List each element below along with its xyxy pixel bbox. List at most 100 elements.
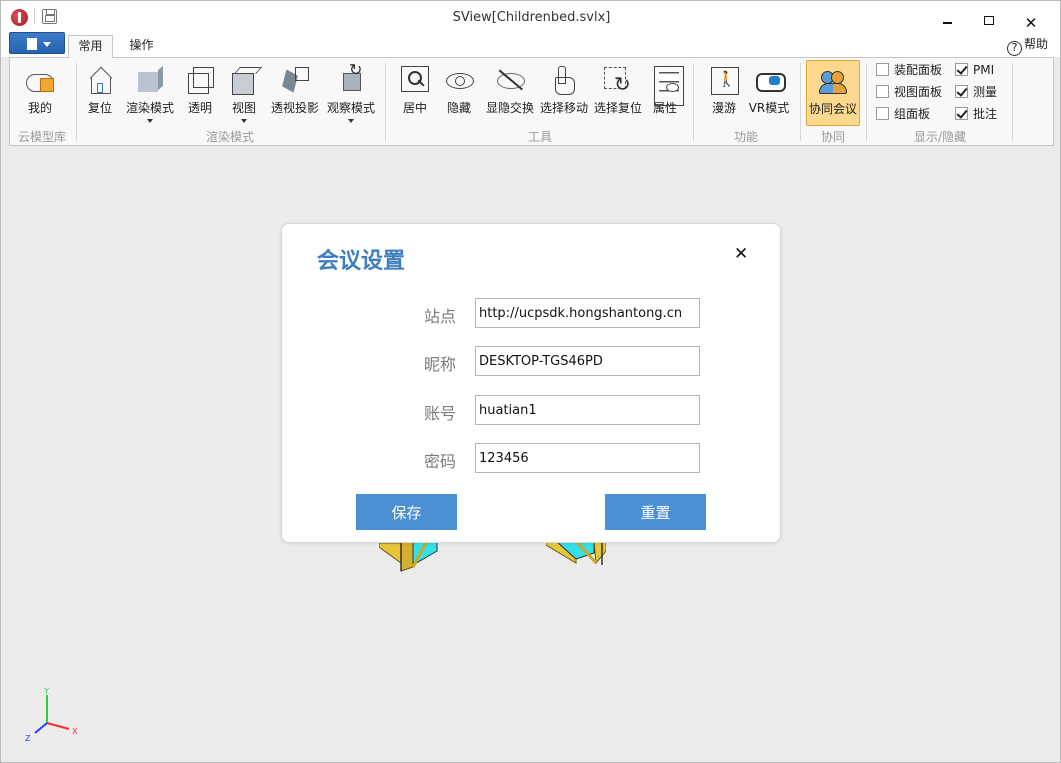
group-separator	[385, 63, 386, 141]
app-window: SView[Childrenbed.svlx] ✕ 常用 操作 ? 帮助 我的 云…	[0, 0, 1061, 763]
view-button[interactable]: 视图	[226, 60, 262, 124]
dropdown-arrow-icon	[147, 119, 153, 123]
tab-home[interactable]: 常用	[68, 35, 113, 58]
password-label: 密码	[423, 452, 456, 471]
observe-mode-button[interactable]: 观察模式	[324, 60, 378, 124]
walk-icon	[708, 64, 740, 96]
group-label-cloud: 云模型库	[17, 130, 66, 144]
account-label: 账号	[423, 404, 456, 423]
show-hide-swap-label: 显隐交换	[485, 101, 534, 115]
checkbox-pmi[interactable]: PMI	[955, 61, 994, 79]
checkbox-label: 测量	[973, 85, 998, 99]
select-move-label: 选择移动	[539, 101, 588, 115]
view-label: 视图	[231, 101, 256, 115]
center-button[interactable]: 居中	[396, 60, 434, 124]
eye-icon	[443, 64, 475, 96]
password-input[interactable]	[475, 443, 700, 473]
model-fragment-right[interactable]	[546, 537, 606, 577]
vr-mode-button[interactable]: VR模式	[746, 60, 792, 124]
dialog-title: 会议设置	[317, 249, 406, 274]
checkbox-checked-icon	[955, 85, 968, 98]
nickname-input[interactable]	[475, 346, 700, 376]
checkbox-label: 批注	[973, 107, 998, 121]
show-hide-swap-button[interactable]: 显隐交换	[484, 60, 536, 124]
group-label-tools: 工具	[527, 130, 552, 144]
checkbox-measure[interactable]: 测量	[955, 83, 997, 101]
help-button[interactable]: ? 帮助	[1007, 35, 1049, 56]
group-separator	[693, 63, 694, 141]
view-cube-icon	[228, 64, 260, 96]
title-bar: SView[Childrenbed.svlx] ✕	[1, 1, 1060, 33]
checkbox-label: 组面板	[894, 107, 931, 121]
properties-icon	[649, 64, 684, 106]
checkbox-group-panel[interactable]: 组面板	[876, 105, 930, 123]
group-separator	[1012, 63, 1013, 141]
center-label: 居中	[402, 101, 427, 115]
checkbox-assembly-panel[interactable]: 装配面板	[876, 61, 942, 79]
users-icon	[817, 65, 849, 97]
model-fragment-left[interactable]	[379, 537, 439, 577]
render-mode-label: 渲染模式	[125, 101, 174, 115]
cloud-icon	[24, 64, 56, 96]
account-input[interactable]	[475, 395, 700, 425]
dropdown-arrow-icon	[43, 42, 51, 47]
perspective-label: 透视投影	[270, 101, 319, 115]
minimize-button[interactable]	[935, 13, 959, 33]
tab-operate[interactable]: 操作	[119, 35, 164, 58]
checkbox-checked-icon	[955, 63, 968, 76]
file-menu-button[interactable]	[9, 32, 65, 54]
close-button[interactable]: ✕	[1019, 13, 1043, 33]
dialog-close-button[interactable]: ✕	[734, 244, 748, 264]
x-axis-line	[46, 722, 70, 730]
meeting-button[interactable]: 协同会议	[806, 60, 860, 126]
axis-triad: Y X Z	[25, 687, 78, 743]
perspective-button[interactable]: 透视投影	[268, 60, 322, 124]
reset-button[interactable]: 重置	[605, 494, 706, 530]
rotate-reset-icon	[602, 64, 634, 96]
x-axis-label: X	[72, 727, 78, 736]
checkbox-label: 视图面板	[894, 85, 943, 99]
checkbox-label: PMI	[973, 63, 995, 77]
wireframe-cube-icon	[184, 64, 216, 96]
mine-button[interactable]: 我的	[20, 60, 60, 124]
save-button[interactable]: 保存	[356, 494, 457, 530]
group-label-render: 渲染模式	[205, 130, 254, 144]
dropdown-arrow-icon	[348, 119, 354, 123]
meeting-settings-dialog: 会议设置 ✕ 站点 昵称 账号 密码 保存 重置	[281, 223, 781, 543]
group-label-collab: 协同	[820, 130, 845, 144]
transparent-button[interactable]: 透明	[182, 60, 218, 124]
nickname-label: 昵称	[423, 355, 456, 374]
perspective-icon	[279, 64, 311, 96]
hand-pointer-icon	[548, 64, 580, 96]
render-mode-button[interactable]: 渲染模式	[124, 60, 176, 124]
checkbox-view-panel[interactable]: 视图面板	[876, 83, 942, 101]
window-title: SView[Childrenbed.svlx]	[452, 10, 611, 25]
select-reset-label: 选择复位	[593, 101, 642, 115]
checkbox-annotation[interactable]: 批注	[955, 105, 997, 123]
y-axis-label: Y	[43, 687, 49, 696]
checkbox-icon	[876, 107, 889, 120]
select-move-button[interactable]: 选择移动	[538, 60, 590, 124]
hide-button[interactable]: 隐藏	[440, 60, 478, 124]
group-separator	[800, 63, 801, 141]
checkbox-icon	[876, 63, 889, 76]
group-separator	[866, 63, 867, 141]
reset-view-button[interactable]: 复位	[82, 60, 118, 124]
maximize-button[interactable]	[977, 13, 1001, 33]
ribbon-panel: 我的 云模型库 复位 渲染模式 透明 视图 透视投影 观察模式	[9, 57, 1054, 146]
select-reset-button[interactable]: 选择复位	[592, 60, 644, 124]
ribbon-tabs: 常用 操作 ? 帮助	[1, 31, 1060, 58]
zoom-fit-icon	[399, 64, 431, 96]
minimize-icon	[942, 22, 952, 24]
meeting-label: 协同会议	[808, 102, 857, 116]
checkbox-label: 装配面板	[894, 63, 943, 77]
properties-button[interactable]: 属性	[646, 60, 684, 124]
roam-button[interactable]: 漫游	[704, 60, 744, 124]
z-axis-label: Z	[25, 734, 31, 743]
site-input[interactable]	[475, 298, 700, 328]
maximize-icon	[984, 16, 994, 25]
observe-mode-label: 观察模式	[326, 101, 375, 115]
hide-label: 隐藏	[446, 101, 471, 115]
orbit-icon	[335, 60, 367, 96]
help-label: 帮助	[1024, 37, 1049, 51]
